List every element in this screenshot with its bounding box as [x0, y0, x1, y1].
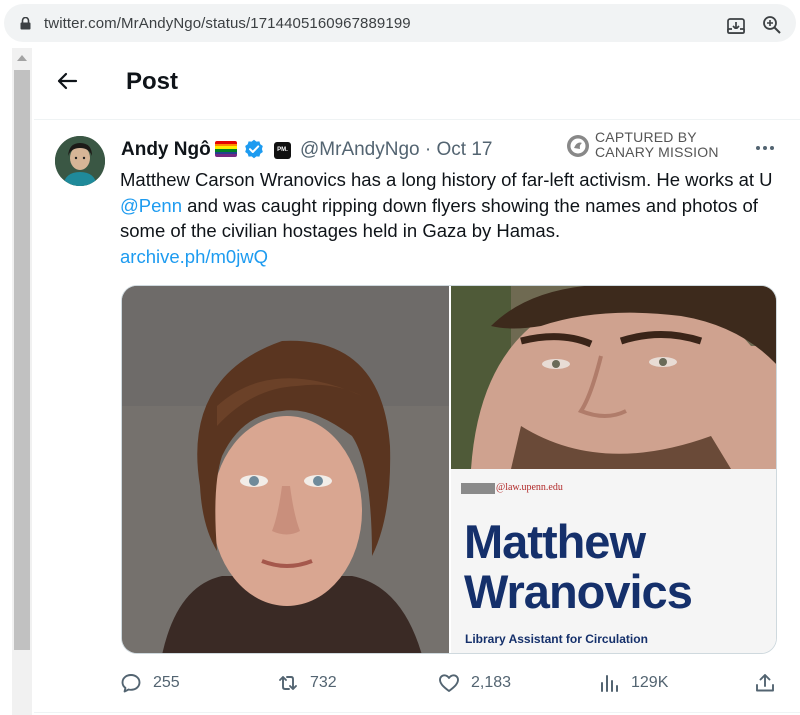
- zoom-icon[interactable]: [762, 15, 782, 35]
- views-chart-icon: [601, 675, 618, 692]
- like-button[interactable]: 2,183: [438, 670, 511, 696]
- back-arrow-icon[interactable]: [56, 70, 78, 92]
- tweet-text: Matthew Carson Wranovics has a long hist…: [120, 169, 773, 267]
- more-options-icon[interactable]: [754, 144, 776, 152]
- repost-icon: [279, 676, 297, 690]
- closeup-photo[interactable]: [451, 286, 776, 469]
- mention-link[interactable]: @Penn: [120, 195, 182, 216]
- page-title: Post: [126, 68, 179, 95]
- tweet-action-bar: 255 732 2,183 129K: [114, 664, 794, 704]
- mugshot-photo[interactable]: [122, 286, 449, 653]
- archive-link[interactable]: archive.ph/m0jwQ: [120, 246, 268, 267]
- views-button[interactable]: 129K: [598, 670, 668, 696]
- canary-logo-icon: [567, 135, 589, 157]
- page-scrollbar[interactable]: [12, 48, 32, 715]
- redaction-block: [461, 483, 495, 494]
- handle-and-date[interactable]: @MrAndyNgo · Oct 17: [300, 139, 492, 161]
- affiliate-icon[interactable]: PM.: [274, 142, 291, 159]
- card-role: Library Assistant for Circulation: [465, 632, 648, 646]
- rainbow-flag-icon: [215, 141, 237, 157]
- repost-count: 732: [310, 674, 337, 691]
- reply-count: 255: [153, 674, 180, 691]
- captured-by-label: CAPTURED BY CANARY MISSION: [595, 129, 719, 160]
- reply-icon: [121, 674, 141, 693]
- post-page: Post Andy Ngô PM. @MrAndyNgo · Oct 17 CA…: [34, 46, 800, 715]
- scroll-thumb[interactable]: [14, 70, 30, 650]
- author-name[interactable]: Andy Ngô: [121, 139, 211, 161]
- url-text[interactable]: twitter.com/MrAndyNgo/status/17144051609…: [44, 15, 411, 32]
- tweet-media[interactable]: @law.upenn.edu Matthew Wranovics Library…: [121, 285, 777, 654]
- directory-card[interactable]: @law.upenn.edu Matthew Wranovics Library…: [451, 469, 776, 653]
- lock-icon: [20, 17, 31, 30]
- url-bar[interactable]: twitter.com/MrAndyNgo/status/17144051609…: [4, 4, 796, 42]
- verified-icon[interactable]: [244, 139, 264, 159]
- card-email: @law.upenn.edu: [496, 482, 563, 493]
- reply-button[interactable]: 255: [120, 670, 180, 696]
- share-icon: [756, 674, 774, 692]
- card-name: Matthew Wranovics: [464, 515, 693, 618]
- avatar[interactable]: [55, 136, 105, 186]
- download-icon[interactable]: [726, 16, 746, 36]
- divider: [34, 712, 800, 713]
- browser-address-bar: twitter.com/MrAndyNgo/status/17144051609…: [0, 0, 800, 46]
- heart-icon: [439, 674, 459, 692]
- repost-button[interactable]: 732: [277, 670, 337, 696]
- scroll-up-arrow-icon[interactable]: [17, 54, 27, 62]
- post-header: Post: [34, 46, 800, 120]
- views-count: 129K: [631, 674, 669, 691]
- like-count: 2,183: [471, 674, 512, 691]
- share-button[interactable]: [754, 670, 787, 696]
